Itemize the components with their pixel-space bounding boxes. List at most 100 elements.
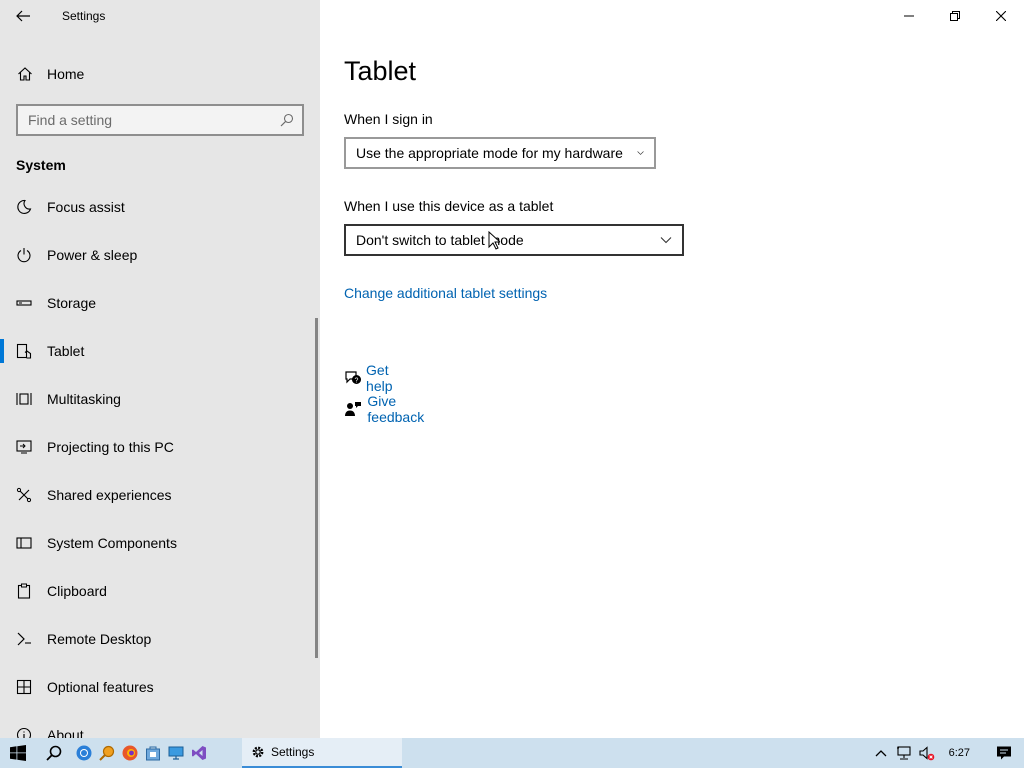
magnifier-app-icon [98,745,114,761]
tray-overflow-button[interactable] [870,738,893,768]
sidebar-item-label: Shared experiences [47,487,172,503]
sidebar: Settings Home System Focus assist Power … [0,0,320,738]
taskbar-visual-studio[interactable] [187,738,210,768]
sidebar-item-label: Multitasking [47,391,121,407]
give-feedback-row[interactable]: Give feedback [344,393,433,425]
sidebar-item-shared-experiences[interactable]: Shared experiences [0,471,316,519]
sidebar-scrollbar[interactable] [315,318,318,658]
network-icon [897,746,911,760]
help-chat-icon: ? [344,370,366,386]
feedback-person-icon [344,401,367,417]
get-help-link[interactable]: Get help [366,362,402,394]
start-button[interactable] [0,738,36,768]
sidebar-item-multitasking[interactable]: Multitasking [0,375,316,423]
mouse-cursor-icon [488,231,500,250]
chevron-down-icon [660,237,672,244]
shared-experiences-icon [0,471,47,519]
chrome-icon [76,745,91,761]
back-arrow-icon [16,10,30,22]
action-center-button[interactable] [984,738,1024,768]
sidebar-item-clipboard[interactable]: Clipboard [0,567,316,615]
taskbar-firefox[interactable] [118,738,141,768]
sidebar-item-focus-assist[interactable]: Focus assist [0,183,316,231]
app-title: Settings [62,9,106,23]
taskbar-remote-desktop[interactable] [164,738,187,768]
minimize-icon [904,15,914,17]
moon-icon [0,183,47,231]
sidebar-item-label: Focus assist [47,199,125,215]
home-icon [0,66,47,82]
sidebar-item-label: Power & sleep [47,247,138,263]
minimize-button[interactable] [886,0,932,32]
sidebar-item-optional-features[interactable]: Optional features [0,663,316,711]
sidebar-item-label: Optional features [47,679,154,695]
sidebar-item-system-components[interactable]: System Components [0,519,316,567]
sign-in-label: When I sign in [344,111,433,127]
search-icon [46,745,62,761]
system-components-icon [0,519,47,567]
taskbar-app-label: Settings [271,745,315,759]
network-tray-icon-button[interactable] [893,738,916,768]
sidebar-item-label: Tablet [47,343,85,359]
sidebar-item-home[interactable]: Home [0,56,320,92]
taskbar-search-app[interactable] [95,738,118,768]
title-bar: Settings [0,0,320,32]
taskbar-clock[interactable]: 6:27 [949,747,970,759]
chevron-down-icon [637,151,644,155]
sidebar-item-label: Storage [47,295,97,311]
firefox-icon [122,745,137,761]
page-title: Tablet [344,56,417,86]
sidebar-item-storage[interactable]: Storage [0,279,316,327]
get-help-row[interactable]: ? Get help [344,362,402,394]
optional-features-icon [0,663,47,711]
sidebar-item-label: Remote Desktop [47,631,152,647]
svg-text:?: ? [355,378,359,385]
restore-icon [950,11,960,21]
sidebar-item-remote-desktop[interactable]: Remote Desktop [0,615,316,663]
monitor-icon [168,746,183,760]
sidebar-nav: Focus assist Power & sleep Storage Table… [0,183,316,738]
search-box[interactable] [16,104,304,136]
sidebar-item-label: Projecting to this PC [47,439,174,455]
sidebar-item-label: System Components [47,535,177,551]
windows-logo-icon [10,745,26,761]
taskbar-search-button[interactable] [36,738,72,768]
sidebar-item-label: About [47,727,84,738]
store-icon [145,746,160,761]
search-input[interactable] [28,112,268,128]
sidebar-item-projecting[interactable]: Projecting to this PC [0,423,316,471]
visual-studio-icon [191,746,206,760]
sidebar-item-about[interactable]: About [0,711,316,738]
close-button[interactable] [978,0,1024,32]
storage-icon [0,279,47,327]
sidebar-item-label: Home [47,66,85,82]
taskbar: Settings 6:27 [0,738,1024,768]
give-feedback-link[interactable]: Give feedback [367,393,432,425]
tablet-use-dropdown[interactable]: Don't switch to tablet mode [344,224,684,256]
gear-icon [252,746,264,758]
back-button[interactable] [0,0,46,32]
search-icon[interactable] [280,113,294,127]
taskbar-settings-app[interactable]: Settings [242,738,402,768]
volume-tray-icon-button[interactable] [916,738,939,768]
restore-button[interactable] [932,0,978,32]
sidebar-item-power-sleep[interactable]: Power & sleep [0,231,316,279]
clipboard-icon [0,567,47,615]
section-title: System [16,157,66,173]
chevron-up-icon [875,750,887,757]
system-tray: 6:27 [870,738,1024,768]
additional-tablet-settings-link[interactable]: Change additional tablet settings [344,285,547,301]
sidebar-item-label: Clipboard [47,583,107,599]
projecting-icon [0,423,47,471]
volume-muted-icon [919,746,935,761]
taskbar-chrome[interactable] [72,738,95,768]
tablet-use-label: When I use this device as a tablet [344,198,554,214]
sign-in-mode-dropdown[interactable]: Use the appropriate mode for my hardware [344,137,656,169]
sign-in-mode-value: Use the appropriate mode for my hardware [356,145,623,161]
sidebar-item-tablet[interactable]: Tablet [0,327,316,375]
taskbar-store[interactable] [141,738,164,768]
remote-desktop-icon [0,615,47,663]
tablet-icon [0,327,47,375]
notification-icon [997,746,1011,760]
multitasking-icon [0,375,47,423]
